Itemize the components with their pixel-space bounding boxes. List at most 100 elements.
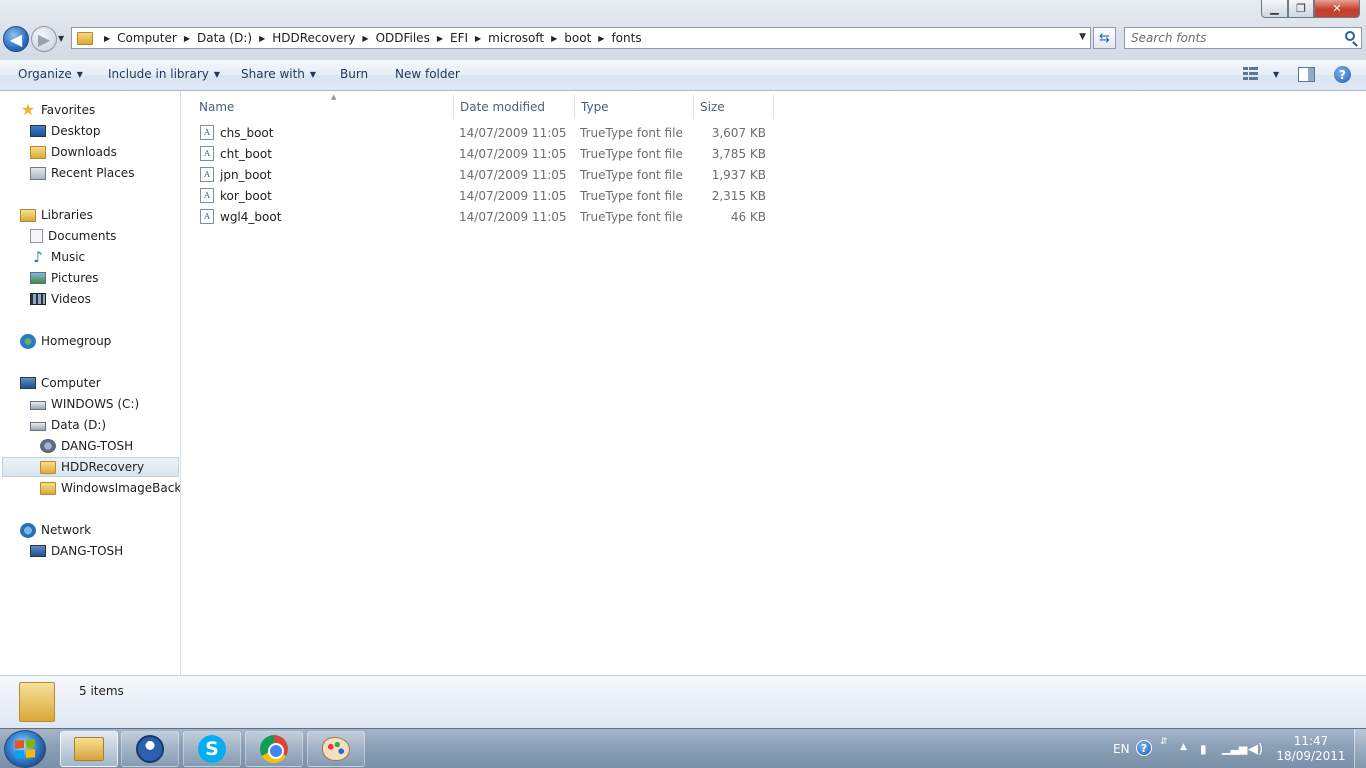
burn-button[interactable]: Burn [340,67,368,81]
volume-icon[interactable]: ◀) [1248,742,1263,757]
breadcrumb-hddrecovery[interactable]: HDDRecovery ▶ [272,31,375,45]
chevron-right-icon[interactable]: ▶ [598,34,604,43]
change-view-button[interactable]: ▼ [1243,67,1279,81]
language-indicator[interactable]: EN [1113,729,1130,768]
folder-icon [77,31,93,45]
breadcrumb-oddfiles[interactable]: ODDFiles ▶ [376,31,450,45]
help-icon[interactable]: ? [1136,740,1152,756]
table-row[interactable]: A wgl4_boot 14/07/2009 11:05 TrueType fo… [193,206,775,227]
back-button[interactable]: ◀ [3,26,29,52]
nav-favorites[interactable]: ★ Favorites [20,100,95,120]
recent-pages-dropdown[interactable]: ▼ [58,34,64,43]
column-header-name[interactable]: ▲ Name [193,93,454,119]
column-header-size[interactable]: Size [694,95,774,119]
nav-recent-places[interactable]: Recent Places [30,163,134,183]
chevron-right-icon[interactable]: ▶ [184,34,190,43]
table-row[interactable]: A kor_boot 14/07/2009 11:05 TrueType fon… [193,185,775,206]
start-button[interactable] [4,730,46,768]
table-row[interactable]: A jpn_boot 14/07/2009 11:05 TrueType fon… [193,164,775,185]
taskbar-chrome[interactable] [245,731,303,767]
file-list: ▲ Name Date modified Type Size A chs_boo… [181,91,1366,675]
nav-videos[interactable]: Videos [30,289,91,309]
nav-desktop[interactable]: Desktop [30,121,101,141]
chrome-icon [260,735,288,763]
tray-overflow-icon[interactable]: ⇵ [1160,737,1168,747]
signal-bars-icon[interactable]: ▁▃▅ [1222,742,1247,755]
computer-icon [30,545,46,557]
folder-icon [19,682,55,722]
windows-logo-icon [15,739,35,759]
taskbar-user-app[interactable] [121,731,179,767]
show-desktop-button[interactable] [1354,729,1366,768]
nav-windows-c[interactable]: WINDOWS (C:) [30,394,139,414]
folder-icon [40,481,56,495]
nav-hddrecovery[interactable]: HDDRecovery [2,457,179,477]
maximize-button[interactable]: ❐ [1288,0,1314,18]
clock[interactable]: 11:47 18/09/2011 [1276,734,1346,764]
nav-homegroup[interactable]: Homegroup [20,331,111,351]
taskbar: S EN ? ⇵ ▲ ▮ ▁▃▅ ◀) 11:47 18/09/2011 [0,728,1366,768]
minimize-button[interactable]: ▁ [1261,0,1288,18]
forward-button[interactable]: ▶ [31,26,57,52]
power-plug-icon[interactable]: ▮ [1200,742,1207,756]
table-row[interactable]: A cht_boot 14/07/2009 11:05 TrueType fon… [193,143,775,164]
show-hidden-icons-icon[interactable]: ▲ [1180,742,1187,752]
libraries-icon [20,208,36,222]
help-icon[interactable]: ? [1334,66,1351,83]
hard-drive-icon [30,401,46,410]
search-input[interactable] [1125,31,1335,45]
breadcrumb-boot[interactable]: boot ▶ [564,31,611,45]
column-header-type[interactable]: Type [575,95,694,119]
refresh-button[interactable]: ⇆ [1093,27,1116,49]
chevron-down-icon[interactable]: ▼ [1273,70,1279,79]
preview-pane-icon[interactable] [1298,67,1315,82]
close-button[interactable]: ✕ [1314,0,1360,18]
chevron-right-icon[interactable]: ▶ [362,34,368,43]
network-drive-icon [40,439,56,453]
nav-dang-tosh-pc[interactable]: DANG-TOSH [30,541,123,561]
explorer-icon [74,737,104,761]
taskbar-explorer[interactable] [60,731,118,767]
breadcrumb-sep[interactable]: ▶ [97,34,117,43]
nav-music[interactable]: ♪ Music [30,247,85,267]
recent-places-icon [30,166,46,180]
address-bar[interactable]: ▶ Computer ▶ Data (D:) ▶ HDDRecovery ▶ ODDF… [71,27,1091,49]
arrow-right-icon: ▶ [37,29,51,49]
nav-windowsimagebackup[interactable]: WindowsImageBackup [40,478,180,498]
folder-icon [40,460,56,474]
chevron-down-icon: ▼ [309,69,317,79]
breadcrumb-computer[interactable]: Computer ▶ [117,31,197,45]
breadcrumb-fonts[interactable]: fonts [611,31,641,45]
details-pane: 5 items [0,675,1366,728]
hard-drive-icon [30,422,46,431]
include-in-library-button[interactable]: Include in library ▼ [108,67,220,81]
search-icon[interactable] [1345,31,1355,41]
nav-documents[interactable]: Documents [30,226,116,246]
nav-dang-tosh-drive[interactable]: DANG-TOSH [40,436,133,456]
nav-pictures[interactable]: Pictures [30,268,99,288]
share-with-button[interactable]: Share with ▼ [241,67,316,81]
navigation-pane: ★ Favorites Desktop Downloads Recent Plac… [0,91,181,675]
chevron-right-icon[interactable]: ▶ [259,34,265,43]
breadcrumb-microsoft[interactable]: microsoft ▶ [488,31,564,45]
nav-libraries[interactable]: Libraries [20,205,93,225]
taskbar-paint[interactable] [307,731,365,767]
chevron-right-icon[interactable]: ▶ [475,34,481,43]
nav-data-d[interactable]: Data (D:) [30,415,106,435]
nav-computer[interactable]: Computer [20,373,101,393]
address-history-dropdown[interactable]: ▼ [1079,32,1086,42]
organize-button[interactable]: Organize ▼ [18,67,83,81]
chevron-right-icon[interactable]: ▶ [437,34,443,43]
new-folder-button[interactable]: New folder [395,67,460,81]
search-box[interactable] [1124,27,1362,49]
nav-network[interactable]: Network [20,520,91,540]
breadcrumb-data-d[interactable]: Data (D:) ▶ [197,31,272,45]
table-row[interactable]: A chs_boot 14/07/2009 11:05 TrueType fon… [193,122,775,143]
homegroup-icon [20,333,36,349]
skype-icon: S [198,735,226,763]
chevron-right-icon[interactable]: ▶ [551,34,557,43]
breadcrumb-efi[interactable]: EFI ▶ [450,31,488,45]
column-header-date-modified[interactable]: Date modified [454,95,575,119]
nav-downloads[interactable]: Downloads [30,142,117,162]
taskbar-skype[interactable]: S [183,731,241,767]
